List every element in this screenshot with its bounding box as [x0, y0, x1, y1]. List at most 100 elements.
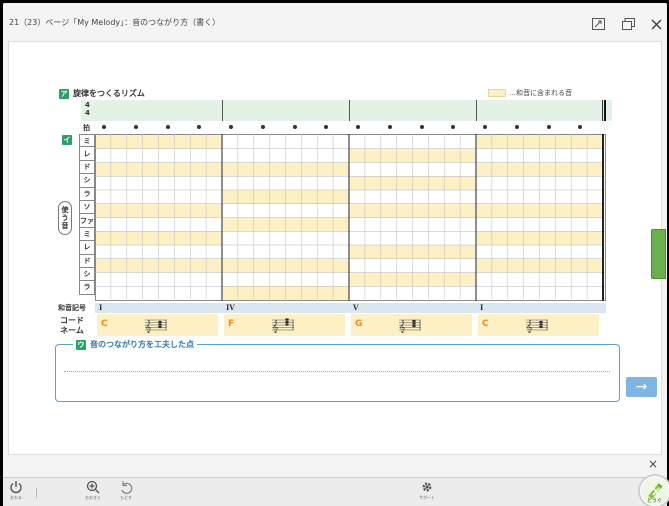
- chord-name: C: [101, 319, 108, 329]
- chord-symbol: IV: [226, 303, 235, 312]
- note-label: ミ: [79, 227, 95, 242]
- note-label: ミ: [79, 134, 95, 148]
- beat-dot: [229, 125, 233, 129]
- note-label: シ: [79, 267, 95, 282]
- restore-icon[interactable]: [621, 17, 635, 31]
- chord-tone-highlight: [96, 231, 222, 245]
- chord-tone-highlight: [223, 162, 349, 177]
- chord-symbol: I: [480, 303, 484, 312]
- note-label: ド: [79, 160, 95, 175]
- chord-tone-highlight: [477, 203, 603, 218]
- chord-cell: F 𝄞: [224, 314, 345, 336]
- notes-textbox[interactable]: [55, 344, 620, 402]
- section-u-title: 音のつながり方を工夫した点: [90, 340, 194, 349]
- note-label: ラ: [79, 187, 95, 201]
- undo-button[interactable]: もどす: [119, 480, 133, 501]
- chord-symbol: V: [353, 303, 359, 312]
- treble-clef-chord-icon: 𝄞: [526, 319, 548, 333]
- chord-symbol: I: [99, 303, 103, 312]
- arrow-right-icon: →: [635, 379, 648, 395]
- section-u-badge: ウ: [76, 339, 86, 350]
- chord-tone-highlight: [477, 135, 603, 149]
- beat-dot: [546, 125, 551, 129]
- power-icon: [10, 481, 22, 494]
- section-u-header: ウ 音のつながり方を工夫した点: [73, 339, 197, 350]
- bar-line: [349, 100, 350, 121]
- tools-button[interactable]: どうぐ: [638, 474, 669, 506]
- note-label: レ: [79, 147, 95, 161]
- toolbar-separator: [36, 488, 37, 498]
- chord-tone-highlight: [223, 217, 349, 232]
- rhythm-row[interactable]: [81, 100, 612, 121]
- svg-text:𝄞: 𝄞: [272, 320, 279, 333]
- treble-clef-chord-icon: 𝄞: [145, 319, 167, 333]
- panel-close-icon[interactable]: ×: [648, 457, 658, 471]
- beat-dot: [514, 125, 519, 129]
- svg-text:𝄞: 𝄞: [526, 320, 533, 333]
- beat-dot: [292, 125, 297, 129]
- chord-tone-highlight: [96, 162, 222, 177]
- chord-symbol-label: 和音記号: [58, 304, 86, 312]
- note-label: ド: [79, 254, 95, 268]
- undo-icon: [121, 481, 133, 494]
- chord-tone-highlight: [96, 135, 222, 149]
- chord-name: C: [482, 319, 489, 329]
- chord-cell: C 𝄞: [97, 314, 218, 336]
- chord-tone-highlight: [477, 162, 603, 177]
- support-button[interactable]: サポート: [419, 480, 435, 501]
- chord-name-label: コード ネーム: [60, 316, 84, 335]
- chord-cell: C 𝄞: [478, 314, 599, 336]
- note-label: ラ: [79, 281, 95, 295]
- treble-clef-chord-icon: 𝄞: [272, 318, 294, 333]
- end-button[interactable]: おわる: [9, 480, 23, 501]
- note-label: ソ: [79, 200, 95, 215]
- next-arrow-button[interactable]: →: [626, 377, 657, 397]
- beat-dot: [419, 125, 424, 129]
- chord-tone-highlight: [477, 231, 603, 245]
- legend-text: …和音に含まれる音: [509, 89, 572, 97]
- beat-dot: [260, 125, 265, 129]
- chord-tone-highlight: [350, 203, 476, 218]
- writing-line: [64, 371, 610, 372]
- legend-swatch: [488, 89, 506, 97]
- beat-dot: [483, 125, 487, 129]
- beat-label: 拍: [83, 124, 90, 132]
- svg-text:𝄞: 𝄞: [399, 320, 406, 333]
- note-label: シ: [79, 174, 95, 188]
- zoom-in-button[interactable]: おおきく: [85, 480, 101, 501]
- title-bar: 21（23）ページ「My Melody」：音のつながり方（書く）: [3, 3, 667, 41]
- section-a-header: ア 旋律をつくるリズム: [59, 88, 145, 99]
- chord-name-row: C 𝄞 F 𝄞 G 𝄞 C 𝄞: [95, 314, 606, 336]
- section-a-title: 旋律をつくるリズム: [73, 89, 145, 98]
- section-i-badge: イ: [62, 135, 72, 145]
- beat-dot: [387, 125, 392, 129]
- note-grid[interactable]: [95, 134, 606, 301]
- gear-icon: [422, 482, 432, 492]
- chord-tone-highlight: [223, 258, 349, 273]
- beat-dot: [356, 125, 360, 129]
- chord-cell: G 𝄞: [351, 314, 472, 336]
- beat-dot: [102, 125, 106, 129]
- section-a-badge: ア: [59, 88, 69, 99]
- chord-tone-highlight: [223, 286, 349, 300]
- note-label: レ: [79, 241, 95, 255]
- use-notes-label: 使 う 音: [58, 201, 72, 235]
- chord-tone-highlight: [350, 176, 476, 190]
- chord-tone-highlight: [350, 272, 476, 287]
- bar-line: [476, 100, 477, 121]
- side-tab[interactable]: [651, 229, 666, 279]
- bottom-toolbar: おわる おおきく もどす サポート: [3, 477, 667, 506]
- chord-tone-highlight: [223, 190, 349, 204]
- final-bar-line: [602, 100, 606, 121]
- zoom-in-icon: [86, 480, 100, 494]
- window-title: 21（23）ページ「My Melody」：音のつながり方（書く）: [9, 18, 221, 27]
- chord-tone-highlight: [350, 148, 476, 163]
- tools-label: どうぐ: [647, 498, 663, 504]
- chord-tone-highlight: [477, 258, 603, 273]
- chord-name: G: [355, 319, 363, 329]
- close-icon[interactable]: [649, 17, 663, 31]
- expand-icon[interactable]: [591, 17, 605, 31]
- chord-name: F: [228, 319, 235, 329]
- legend: …和音に含まれる音: [488, 88, 572, 98]
- chord-tone-highlight: [350, 245, 476, 259]
